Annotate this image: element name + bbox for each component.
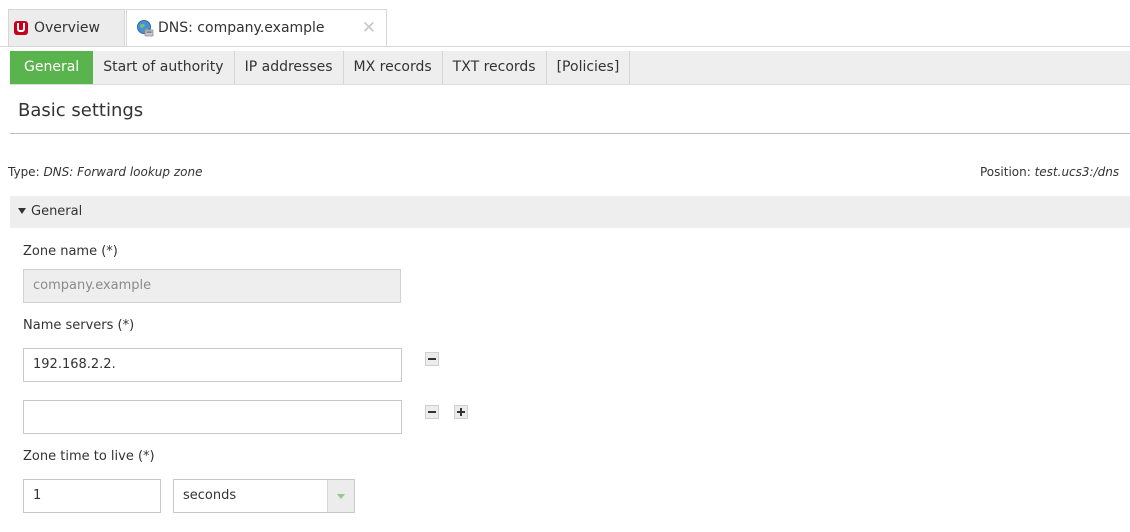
add-name-server-button[interactable] (454, 405, 468, 419)
section-title: Basic settings (18, 100, 144, 121)
subtab-ip-addresses[interactable]: IP addresses (235, 51, 344, 84)
ttl-value-input[interactable]: 1 (23, 479, 161, 513)
type-value: DNS: Forward lookup zone (43, 165, 203, 179)
tab-overview-label: Overview (34, 20, 100, 36)
remove-name-server-2-button[interactable] (425, 405, 439, 419)
subtab-general[interactable]: General (10, 51, 94, 84)
ttl-unit-value: seconds (183, 488, 237, 503)
top-tab-bar: Overview DNS: company.example ✕ (0, 0, 1130, 47)
subtab-policies[interactable]: [Policies] (547, 51, 631, 84)
subtab-mx-records[interactable]: MX records (344, 51, 443, 84)
section-divider (10, 133, 1130, 134)
group-general-header[interactable]: General (10, 196, 1130, 228)
close-tab-icon[interactable]: ✕ (362, 19, 376, 37)
position-label: Position: (980, 165, 1031, 179)
chevron-down-icon[interactable] (327, 480, 354, 512)
type-label: Type: (8, 165, 40, 179)
tab-overview[interactable]: Overview (8, 9, 125, 46)
subtab-start-of-authority[interactable]: Start of authority (93, 51, 235, 84)
position-value: test.ucs3:/dns (1034, 165, 1120, 179)
remove-name-server-1-button[interactable] (425, 352, 439, 366)
sub-tab-bar: General Start of authority IP addresses … (10, 51, 1130, 85)
subtab-txt-records[interactable]: TXT records (443, 51, 547, 84)
object-position: Position: test.ucs3:/dns (980, 165, 1130, 179)
zone-name-field: company.example (23, 269, 401, 303)
group-general-title: General (31, 204, 83, 219)
tab-dns-zone[interactable]: DNS: company.example ✕ (126, 9, 387, 46)
tab-dns-label: DNS: company.example (158, 20, 325, 36)
name-servers-label: Name servers (*) (23, 318, 135, 333)
ttl-unit-select[interactable]: seconds (173, 479, 355, 513)
ttl-label: Zone time to live (*) (23, 449, 155, 464)
zone-name-label: Zone name (*) (23, 244, 118, 259)
tab-divider (0, 46, 1130, 47)
name-server-input-1[interactable]: 192.168.2.2. (23, 348, 402, 382)
caret-down-icon (18, 208, 26, 214)
univention-logo-icon (14, 21, 28, 35)
object-type: Type: DNS: Forward lookup zone (8, 165, 202, 179)
name-server-input-2[interactable] (23, 400, 402, 434)
dns-globe-icon (136, 19, 154, 37)
